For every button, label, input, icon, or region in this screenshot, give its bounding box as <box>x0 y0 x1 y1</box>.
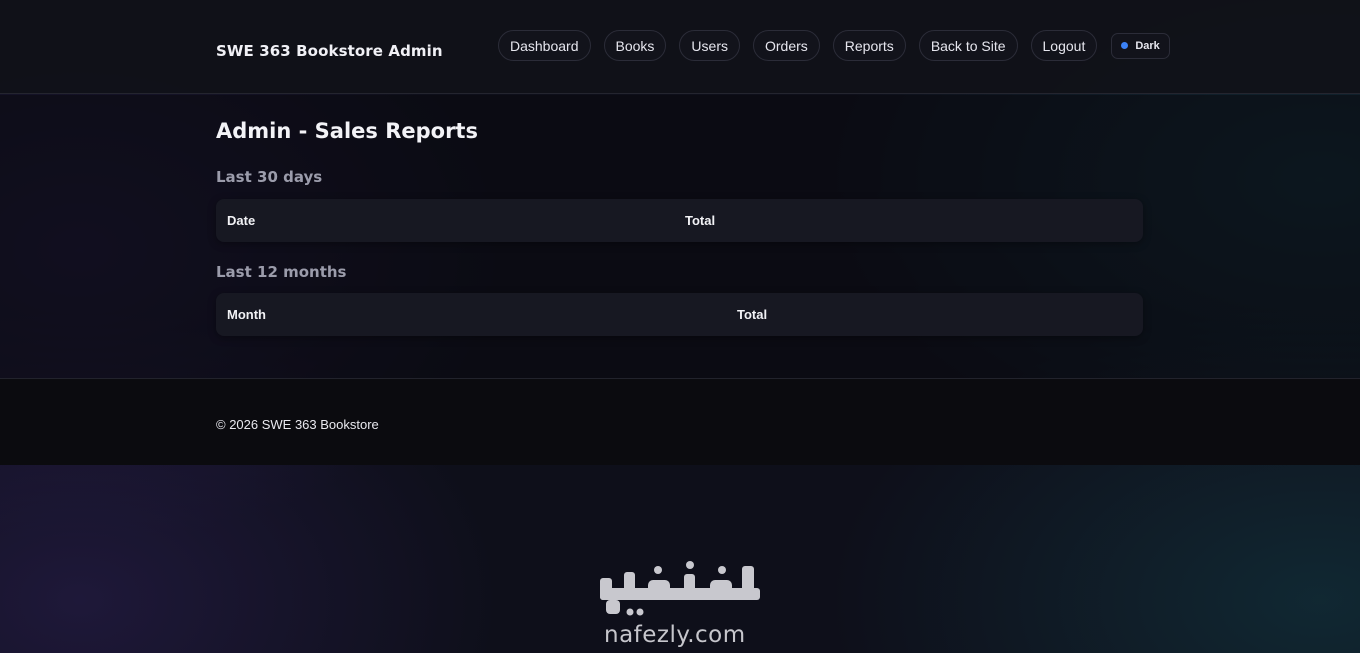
nafezly-watermark-logo: nafezly.com <box>590 560 770 653</box>
theme-toggle-label: Dark <box>1135 39 1160 52</box>
nav-reports[interactable]: Reports <box>832 30 906 61</box>
nav-orders[interactable]: Orders <box>752 30 820 61</box>
main-content: Admin - Sales Reports Last 30 days Date … <box>0 95 1360 378</box>
nav-books[interactable]: Books <box>603 30 667 61</box>
column-header-total: Total <box>685 213 716 228</box>
column-header-month: Month <box>227 307 266 322</box>
column-header-total: Total <box>737 307 768 322</box>
nav-dashboard[interactable]: Dashboard <box>498 30 591 61</box>
monthly-section-heading: Last 12 months <box>216 263 347 281</box>
admin-nav: Dashboard Books Users Orders Reports Bac… <box>498 30 1170 61</box>
daily-section-heading: Last 30 days <box>216 168 323 186</box>
watermark-latin: nafezly.com <box>604 622 746 648</box>
nafezly-arabic-logo-icon <box>600 561 760 616</box>
nav-users[interactable]: Users <box>679 30 740 61</box>
brand-title: SWE 363 Bookstore Admin <box>216 42 443 60</box>
nav-logout[interactable]: Logout <box>1030 30 1098 61</box>
column-header-date: Date <box>227 213 256 228</box>
site-header: SWE 363 Bookstore Admin Dashboard Books … <box>0 0 1360 94</box>
monthly-sales-table: Month Total <box>216 293 1143 336</box>
site-footer: © 2026 SWE 363 Bookstore <box>0 378 1360 465</box>
nav-back-to-site[interactable]: Back to Site <box>918 30 1018 61</box>
daily-sales-table: Date Total <box>216 199 1143 242</box>
page-title: Admin - Sales Reports <box>216 119 478 143</box>
theme-toggle-button[interactable]: Dark <box>1111 32 1170 59</box>
copyright-text: © 2026 SWE 363 Bookstore <box>216 417 379 432</box>
theme-dot-icon <box>1121 42 1129 49</box>
